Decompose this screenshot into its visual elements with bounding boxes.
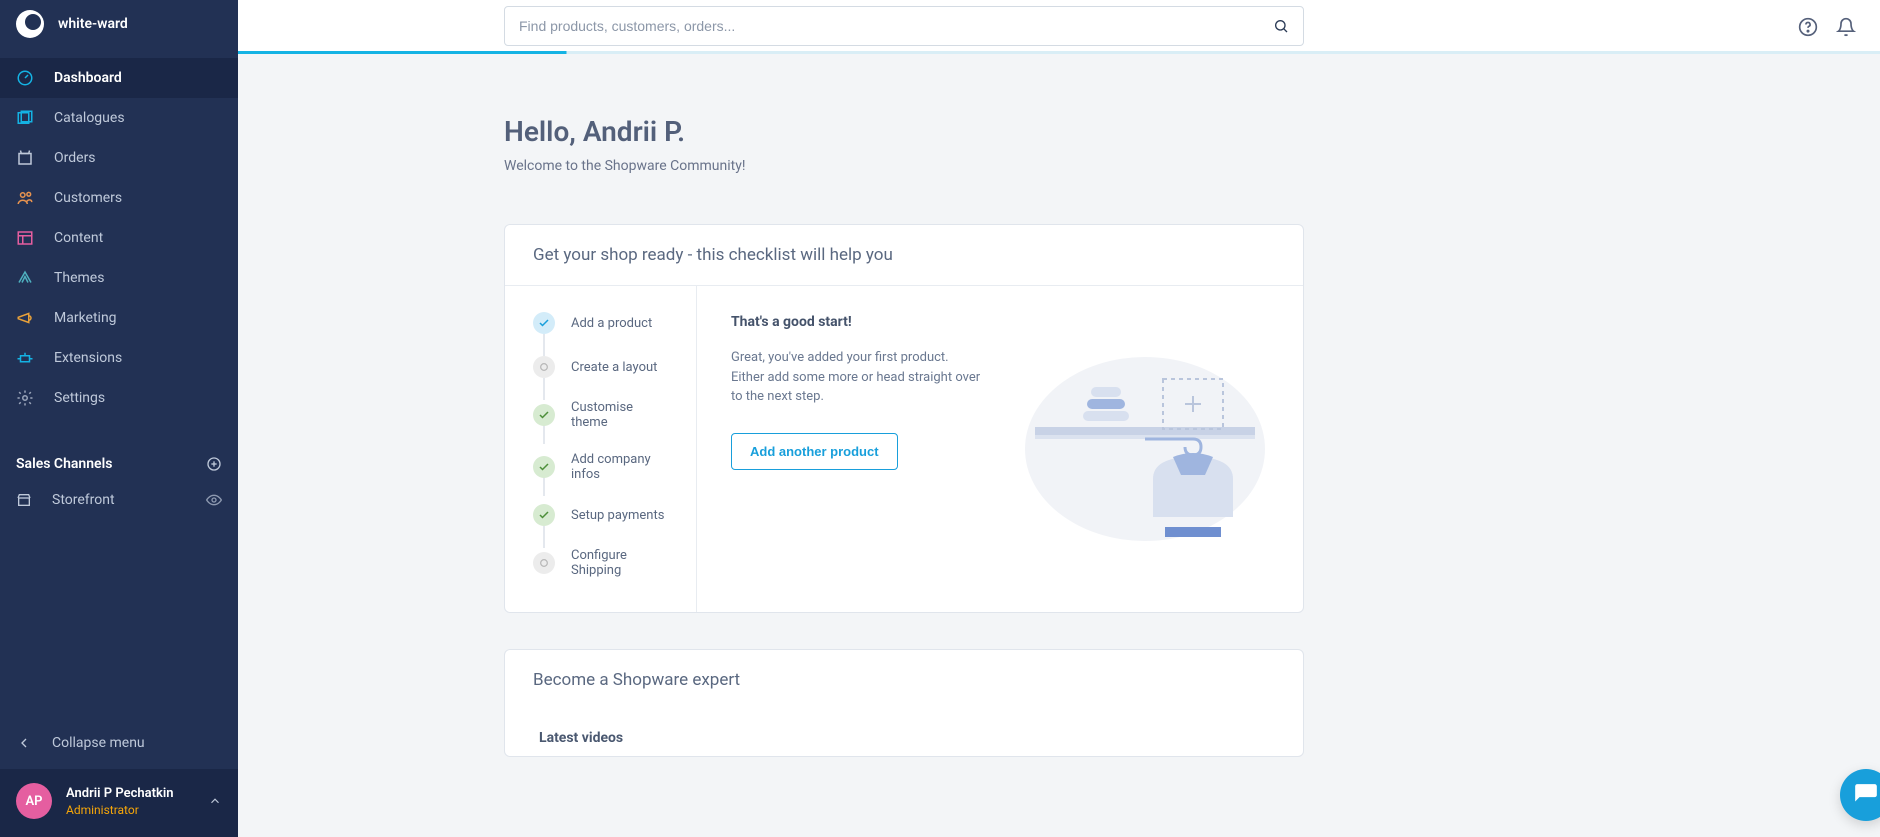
nav-item-settings[interactable]: Settings [0,378,238,418]
nav-label: Catalogues [54,110,125,126]
expert-subhead: Latest videos [505,700,1303,756]
catalogue-icon [16,109,34,127]
page-greeting: Hello, Andrii P. [504,115,1304,148]
nav-item-orders[interactable]: Orders [0,138,238,178]
nav-label: Dashboard [54,70,122,86]
check-icon [533,312,555,334]
checklist-title: Get your shop ready - this checklist wil… [505,225,1303,286]
search-input[interactable] [519,18,1273,34]
marketing-icon [16,309,34,327]
checklist-label: Add company infos [571,452,672,482]
content: Hello, Andrii P. Welcome to the Shopware… [504,57,1304,757]
help-icon[interactable] [1798,17,1818,37]
checklist-card: Get your shop ready - this checklist wil… [504,224,1304,613]
logo-icon [16,10,44,38]
nav-label: Content [54,230,103,246]
add-another-product-button[interactable]: Add another product [731,433,898,470]
nav-label: Extensions [54,350,122,366]
checklist-item[interactable]: Customise theme [533,400,672,430]
expert-card: Become a Shopware expert Latest videos [504,649,1304,757]
nav-item-catalogue[interactable]: Catalogues [0,98,238,138]
expert-title: Become a Shopware expert [505,650,1303,700]
top-actions [1798,0,1856,54]
avatar: AP [16,783,52,819]
dashboard-icon [16,69,34,87]
sales-channels-label: Sales Channels [16,456,112,472]
user-footer[interactable]: AP Andrii P Pechatkin Administrator [0,769,238,837]
checklist-label: Add a product [571,316,652,331]
nav-item-customers[interactable]: Customers [0,178,238,218]
bell-icon[interactable] [1836,17,1856,37]
nav-label: Orders [54,150,96,166]
visibility-icon[interactable] [206,492,222,508]
nav-label: Marketing [54,310,117,326]
collapse-label: Collapse menu [52,735,145,751]
circle-icon [533,356,555,378]
storefront-icon [16,492,32,508]
circle-icon [533,552,555,574]
detail-body: Great, you've added your first product. … [731,348,981,407]
themes-icon [16,269,34,287]
check-icon [533,504,555,526]
nav-item-marketing[interactable]: Marketing [0,298,238,338]
checklist-label: Setup payments [571,508,664,523]
chevron-up-icon [208,794,222,808]
checklist-detail: That's a good start! Great, you've added… [697,286,1303,612]
checklist-item[interactable]: Configure Shipping [533,548,672,578]
settings-icon [16,389,34,407]
checklist-illustration [1021,314,1269,584]
sales-channels-section: Sales Channels Storefront [0,446,238,518]
sales-channel-label: Storefront [52,492,115,508]
nav-label: Settings [54,390,105,406]
collapse-icon [16,735,32,751]
nav-label: Customers [54,190,122,206]
sales-channel-storefront[interactable]: Storefront [0,482,238,518]
checklist: Add a product Create a layout Customise th… [533,312,672,578]
checklist-item[interactable]: Setup payments [533,504,672,526]
checklist-item[interactable]: Create a layout [533,356,672,378]
checklist-column: Add a product Create a layout Customise th… [505,286,697,612]
search-icon[interactable] [1273,18,1289,34]
sidebar-header: white-ward [0,0,238,58]
checklist-label: Create a layout [571,360,657,375]
add-sales-channel-icon[interactable] [206,456,222,472]
content-icon [16,229,34,247]
brand-name: white-ward [58,16,128,32]
nav-item-content[interactable]: Content [0,218,238,258]
collapse-menu[interactable]: Collapse menu [0,723,238,769]
extensions-icon [16,349,34,367]
checklist-label: Configure Shipping [571,548,672,578]
sales-channels-header: Sales Channels [0,446,238,482]
search-wrap[interactable] [504,6,1304,46]
checklist-label: Customise theme [571,400,672,430]
checklist-connector [543,334,545,356]
nav-item-extensions[interactable]: Extensions [0,338,238,378]
nav-list: Dashboard Catalogues Orders Customers Conten… [0,58,238,418]
topbar [238,0,1880,54]
checklist-connector [543,378,545,400]
user-role: Administrator [66,803,173,817]
welcome-text: Welcome to the Shopware Community! [504,158,1304,174]
checklist-item[interactable]: Add company infos [533,452,672,482]
user-name: Andrii P Pechatkin [66,786,173,801]
check-icon [533,456,555,478]
detail-title: That's a good start! [731,314,981,330]
nav-item-themes[interactable]: Themes [0,258,238,298]
sidebar: white-ward Dashboard Catalogues Orders Cust… [0,0,238,837]
checklist-connector [543,526,545,548]
nav-item-dashboard[interactable]: Dashboard [0,58,238,98]
check-icon [533,404,555,426]
orders-icon [16,149,34,167]
nav-label: Themes [54,270,104,286]
customers-icon [16,189,34,207]
main: Hello, Andrii P. Welcome to the Shopware… [238,57,1880,837]
checklist-item[interactable]: Add a product [533,312,672,334]
